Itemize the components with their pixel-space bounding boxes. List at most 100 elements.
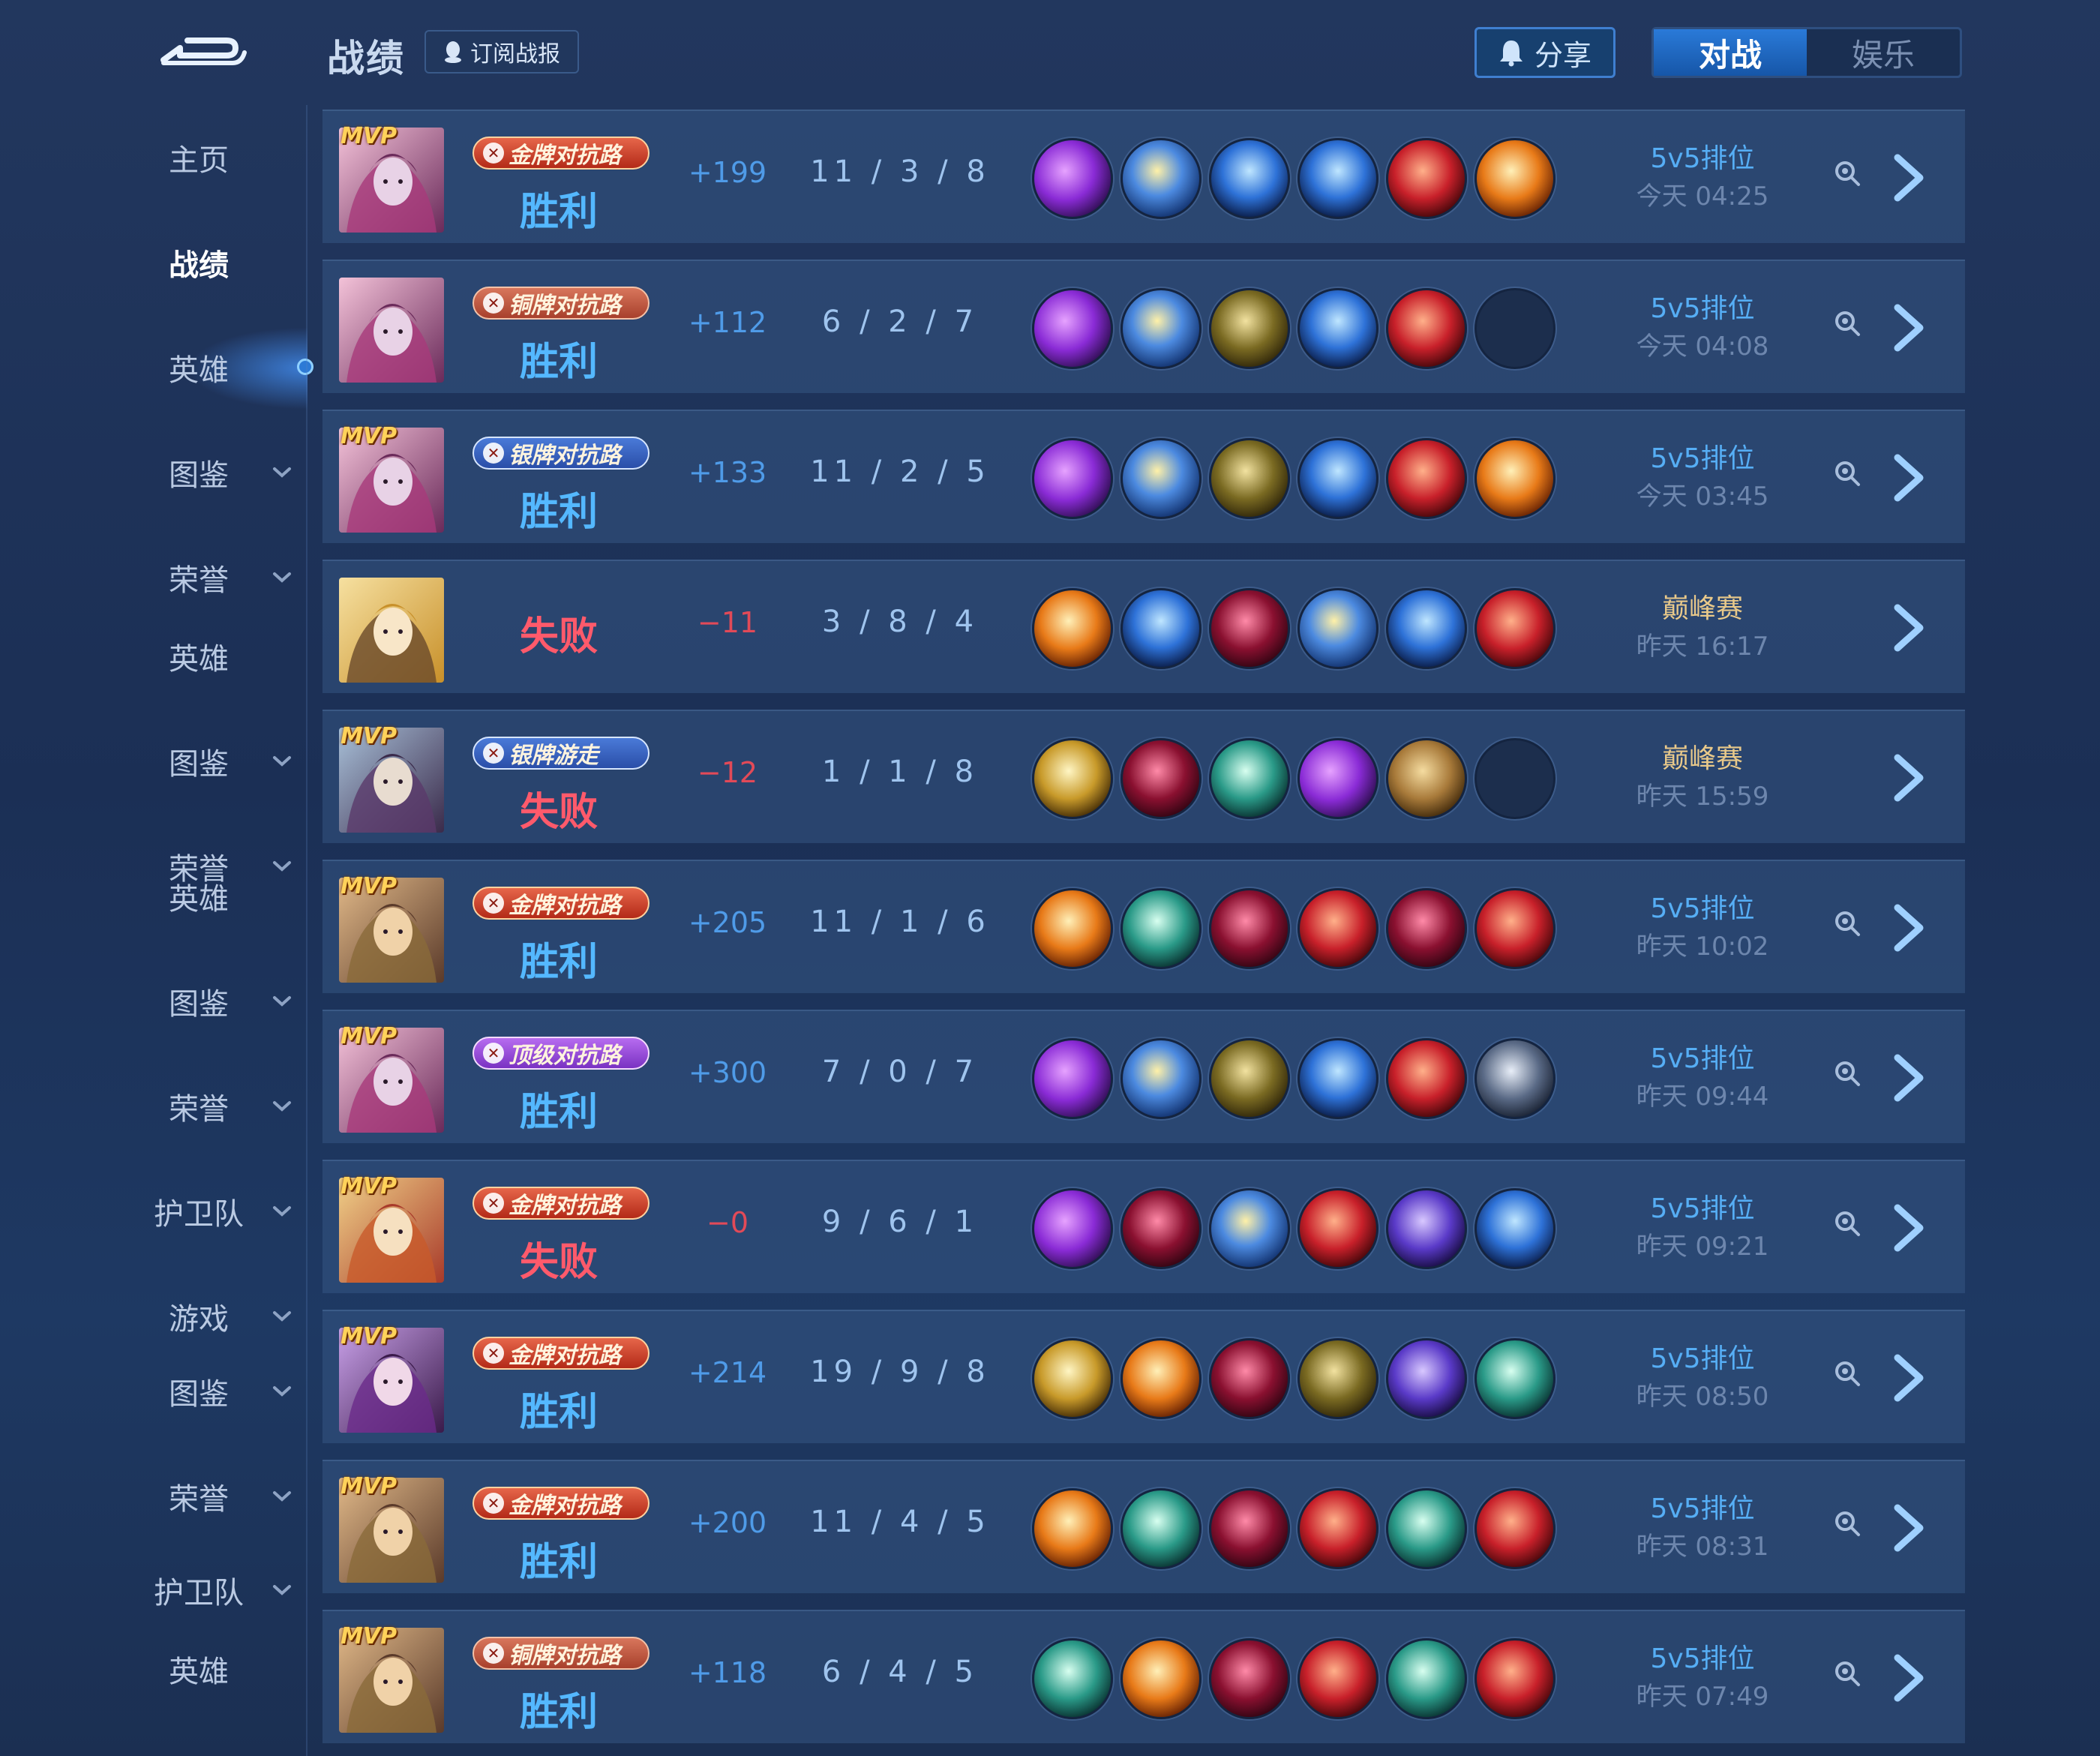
match-result: 失败 — [519, 790, 598, 835]
match-row[interactable]: MVP ✕ 金牌对抗路 胜利 +214 19 / 9 / 8 5v5排位 昨天 08:50 — [322, 1310, 1965, 1443]
equipment-icon — [1474, 1188, 1556, 1269]
chevron-down-icon — [273, 1491, 291, 1502]
match-row[interactable]: MVP ✕ 金牌对抗路 胜利 +200 11 / 4 / 5 5v5排位 昨天 08:31 — [322, 1460, 1965, 1593]
chevron-right-icon[interactable] — [1890, 602, 1929, 654]
rating-delta: −0 — [706, 1206, 749, 1239]
rank-badge: ✕ 银牌游走 — [472, 737, 650, 770]
spectate-icon[interactable] — [1832, 158, 1862, 188]
chevron-right-icon[interactable] — [1890, 452, 1929, 504]
sidebar-item-label: 英雄 — [169, 882, 229, 917]
sidebar-item-16[interactable]: 护卫队 — [112, 1564, 308, 1616]
equipment-icon — [1120, 888, 1202, 969]
equipment-icon — [1209, 738, 1290, 819]
chevron-right-icon[interactable] — [1890, 152, 1929, 204]
match-row[interactable]: MVP ✕ 金牌对抗路 失败 −0 9 / 6 / 1 5v5排位 昨天 09:21 — [322, 1160, 1965, 1293]
sidebar-item-label: 荣誉 — [169, 1092, 229, 1127]
match-row[interactable]: MVP ✕ 顶级对抗路 胜利 +300 7 / 0 / 7 5v5排位 昨天 09:44 — [322, 1010, 1965, 1143]
sidebar-item-17[interactable]: 英雄 — [112, 1643, 308, 1695]
match-result: 失败 — [519, 614, 598, 659]
sidebar-item-label: 英雄 — [169, 1655, 229, 1689]
qq-icon — [445, 41, 461, 63]
rank-badge: ✕ 银牌对抗路 — [472, 437, 650, 470]
spectate-icon[interactable] — [1832, 1208, 1862, 1238]
rating-delta: −11 — [697, 606, 758, 639]
spectate-icon[interactable] — [1832, 1058, 1862, 1088]
sidebar-item-1[interactable]: 主页 — [112, 131, 308, 184]
sidebar-item-15[interactable]: 荣誉 — [112, 1470, 308, 1523]
spectate-icon[interactable] — [1832, 458, 1862, 488]
sidebar-item-4[interactable]: 图鉴 — [112, 446, 308, 499]
equipment-icon — [1120, 138, 1202, 219]
bell-icon — [1499, 41, 1522, 67]
spectate-icon[interactable] — [1832, 908, 1862, 938]
sidebar-item-6[interactable]: 英雄 — [112, 630, 308, 683]
match-row[interactable]: ✕ 铜牌对抗路 胜利 +112 6 / 2 / 7 5v5排位 今天 04:08 — [322, 260, 1965, 393]
equipment-icon — [1386, 1038, 1467, 1119]
lane-icon: ✕ — [483, 143, 504, 164]
rank-badge-label: 铜牌对抗路 — [508, 1643, 621, 1669]
rank-badge: ✕ 金牌对抗路 — [472, 137, 650, 170]
item-build — [1032, 1338, 1556, 1419]
sidebar-item-label: 护卫队 — [154, 1576, 244, 1610]
mvp-label: MVP — [340, 1173, 398, 1199]
chevron-right-icon[interactable] — [1890, 1352, 1929, 1404]
match-row[interactable]: MVP ✕ 金牌对抗路 胜利 +199 11 / 3 / 8 5v5排位 今天 04:25 — [322, 110, 1965, 243]
hero-avatar — [339, 578, 444, 683]
match-row[interactable]: MVP ✕ 铜牌对抗路 胜利 +118 6 / 4 / 5 5v5排位 昨天 07:49 — [322, 1610, 1965, 1743]
chevron-right-icon[interactable] — [1890, 302, 1929, 354]
chevron-right-icon[interactable] — [1890, 1202, 1929, 1254]
tab-battle[interactable]: 对战 — [1654, 29, 1807, 76]
chevron-right-icon[interactable] — [1890, 1052, 1929, 1104]
sidebar-item-9[interactable]: 英雄 — [112, 870, 308, 923]
match-time: 今天 04:08 — [1636, 332, 1769, 362]
chevron-right-icon[interactable] — [1890, 902, 1929, 954]
subscribe-report-button[interactable]: 订阅战报 — [424, 30, 579, 74]
equipment-icon — [1474, 138, 1556, 219]
match-row[interactable]: MVP ✕ 银牌对抗路 胜利 +133 11 / 2 / 5 5v5排位 今天 03:45 — [322, 410, 1965, 543]
match-row[interactable]: 失败 −11 3 / 8 / 4 巅峰赛 昨天 16:17 — [322, 560, 1965, 693]
chevron-right-icon[interactable] — [1890, 752, 1929, 804]
sidebar-item-label: 图鉴 — [169, 987, 229, 1022]
hero-portrait-art — [339, 578, 444, 683]
spectate-icon[interactable] — [1832, 1508, 1862, 1538]
sidebar-item-10[interactable]: 图鉴 — [112, 975, 308, 1028]
match-row[interactable]: MVP ✕ 金牌对抗路 胜利 +205 11 / 1 / 6 5v5排位 昨天 10:02 — [322, 860, 1965, 993]
chevron-right-icon[interactable] — [1890, 1652, 1929, 1704]
rank-badge: ✕ 金牌对抗路 — [472, 1487, 650, 1520]
share-button[interactable]: 分享 — [1474, 27, 1616, 78]
back-icon[interactable] — [158, 30, 248, 75]
match-row[interactable]: MVP ✕ 银牌游走 失败 −12 1 / 1 / 8 巅峰赛 昨天 15:59 — [322, 710, 1965, 843]
equipment-icon — [1298, 888, 1378, 969]
sidebar-item-5[interactable]: 荣誉 — [112, 551, 308, 604]
spectate-icon[interactable] — [1832, 308, 1862, 338]
sidebar-item-3[interactable]: 英雄 — [112, 341, 308, 394]
sidebar-item-label: 图鉴 — [169, 458, 229, 493]
hero-portrait-art — [339, 278, 444, 383]
equipment-icon — [1298, 1488, 1378, 1569]
sidebar-item-11[interactable]: 荣誉 — [112, 1080, 308, 1133]
equipment-icon — [1474, 888, 1556, 969]
sidebar-item-7[interactable]: 图鉴 — [112, 735, 308, 788]
lane-icon: ✕ — [483, 1643, 504, 1664]
sidebar-item-2[interactable]: 战绩 — [112, 236, 308, 289]
rank-badge-label: 金牌对抗路 — [508, 893, 621, 919]
rating-delta: +205 — [688, 906, 767, 939]
rank-badge-label: 金牌对抗路 — [508, 1193, 621, 1219]
rank-badge-label: 金牌对抗路 — [508, 1493, 621, 1519]
equipment-icon — [1120, 588, 1202, 669]
spectate-icon[interactable] — [1832, 1358, 1862, 1388]
spectate-icon[interactable] — [1832, 1658, 1862, 1688]
sidebar-item-12[interactable]: 护卫队 — [112, 1185, 308, 1238]
kda: 1 / 1 / 8 — [821, 755, 979, 789]
kda: 6 / 2 / 7 — [821, 305, 979, 339]
equipment-icon — [1120, 1488, 1202, 1569]
lane-icon: ✕ — [483, 1193, 504, 1214]
item-build — [1032, 888, 1556, 969]
game-mode: 5v5排位 — [1650, 1043, 1755, 1074]
sidebar-item-14[interactable]: 图鉴 — [112, 1365, 308, 1418]
tab-entertainment[interactable]: 娱乐 — [1807, 29, 1960, 76]
sidebar-item-label: 战绩 — [169, 248, 229, 283]
chevron-right-icon[interactable] — [1890, 1502, 1929, 1554]
kda: 11 / 4 / 5 — [810, 1505, 990, 1539]
sidebar-item-13[interactable]: 游戏 — [112, 1290, 308, 1343]
